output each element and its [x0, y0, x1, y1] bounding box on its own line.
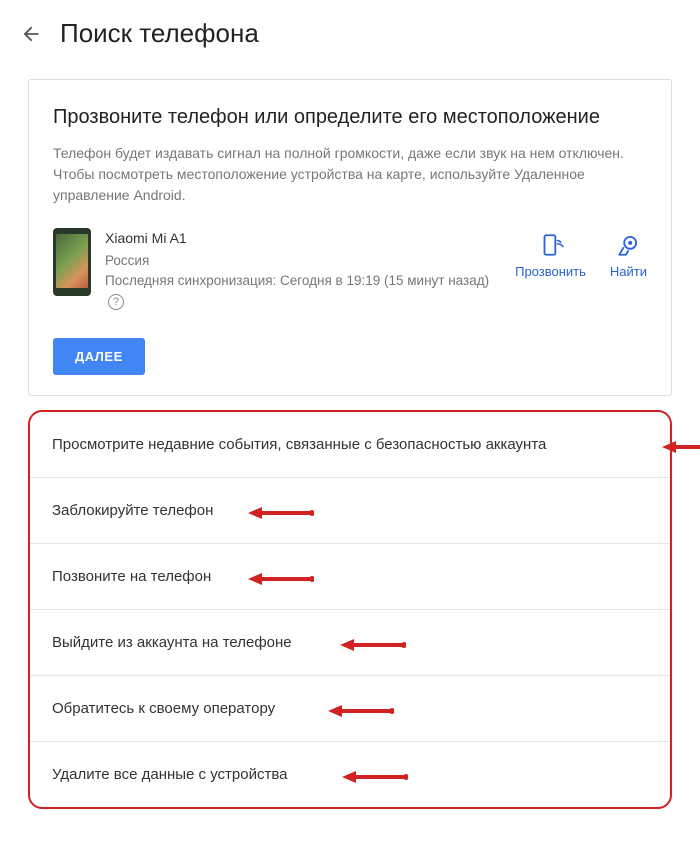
phone-thumbnail: [53, 228, 91, 296]
location-icon: [615, 232, 641, 258]
option-label: Просмотрите недавние события, связанные …: [52, 436, 546, 453]
device-info: Xiaomi Mi A1 Россия Последняя синхрониза…: [105, 228, 501, 312]
help-icon[interactable]: ?: [108, 294, 124, 310]
option-contact-carrier[interactable]: Обратитесь к своему оператору: [30, 675, 670, 741]
option-label: Позвоните на телефон: [52, 568, 211, 585]
back-arrow-icon[interactable]: [20, 23, 42, 45]
page-title: Поиск телефона: [60, 18, 259, 49]
find-button[interactable]: Найти: [610, 232, 647, 279]
option-call-phone[interactable]: Позвоните на телефон: [30, 543, 670, 609]
ring-label: Прозвонить: [515, 264, 586, 279]
annotation-arrow-icon: [248, 506, 314, 520]
section-description: Телефон будет издавать сигнал на полной …: [53, 143, 647, 206]
option-label: Выйдите из аккаунта на телефоне: [52, 634, 292, 651]
device-sync: Последняя синхронизация: Сегодня в 19:19…: [105, 271, 501, 312]
device-name: Xiaomi Mi A1: [105, 228, 501, 249]
section-title: Прозвоните телефон или определите его ме…: [53, 106, 647, 129]
option-label: Заблокируйте телефон: [52, 502, 213, 519]
find-label: Найти: [610, 264, 647, 279]
device-location: Россия: [105, 251, 501, 271]
device-actions: Прозвонить Найти: [515, 228, 647, 279]
options-block: Просмотрите недавние события, связанные …: [28, 410, 672, 809]
option-security-events[interactable]: Просмотрите недавние события, связанные …: [30, 412, 670, 477]
annotation-arrow-icon: [340, 638, 406, 652]
option-erase-data[interactable]: Удалите все данные с устройства: [30, 741, 670, 807]
annotation-arrow-icon: [342, 770, 408, 784]
phone-ring-icon: [538, 232, 564, 258]
next-button[interactable]: ДАЛЕЕ: [53, 338, 145, 375]
option-label: Удалите все данные с устройства: [52, 766, 288, 783]
header: Поиск телефона: [0, 0, 700, 61]
main-card: Прозвоните телефон или определите его ме…: [28, 79, 672, 396]
option-sign-out[interactable]: Выйдите из аккаунта на телефоне: [30, 609, 670, 675]
option-label: Обратитесь к своему оператору: [52, 700, 275, 717]
ring-button[interactable]: Прозвонить: [515, 232, 586, 279]
option-lock-phone[interactable]: Заблокируйте телефон: [30, 477, 670, 543]
device-row: Xiaomi Mi A1 Россия Последняя синхрониза…: [53, 228, 647, 312]
annotation-arrow-icon: [328, 704, 394, 718]
annotation-arrow-icon: [662, 440, 700, 454]
annotation-arrow-icon: [248, 572, 314, 586]
